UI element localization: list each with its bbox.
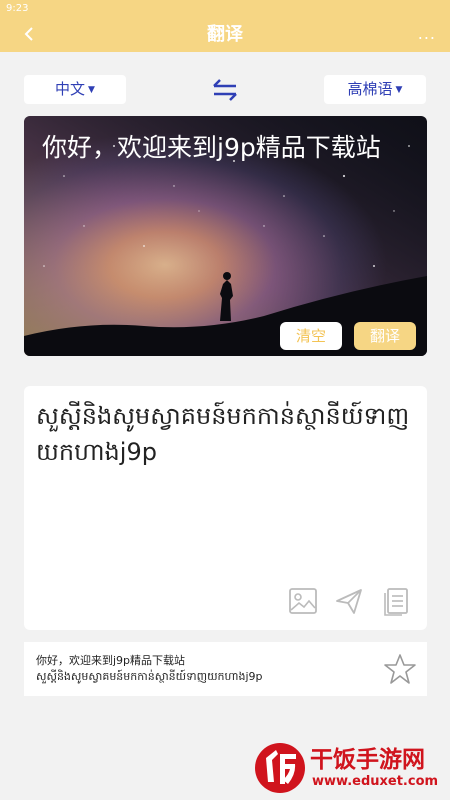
status-bar: 9:23 — [0, 0, 450, 18]
page-title: 翻译 — [207, 24, 243, 45]
watermark-logo — [255, 743, 305, 793]
watermark: 干饭手游网 www.eduxet.com — [252, 738, 442, 796]
copy-icon[interactable] — [381, 586, 411, 616]
watermark-url: www.eduxet.com — [312, 774, 439, 789]
result-panel: សួស្ដីនិងសូមស្វាគមន៍មកកាន់ស្ថានីយ៍ទាញយកហ… — [24, 386, 427, 630]
watermark-name: 干饭手游网 — [310, 747, 425, 773]
translated-text: សួស្ដីនិងសូមស្វាគមន៍មកកាន់ស្ថានីយ៍ទាញយកហ… — [36, 402, 410, 466]
translate-button[interactable]: 翻译 — [354, 322, 416, 350]
history-item[interactable]: 你好，欢迎来到j9p精品下载站 សួស្ដីនិងសូមស្វាគមន៍មកកា… — [24, 642, 427, 696]
target-language-label: 高棉语 — [347, 80, 393, 98]
send-icon[interactable] — [334, 586, 364, 616]
source-language-select[interactable]: 中文 ▼ — [24, 75, 126, 104]
history-source-text: 你好，欢迎来到j9p精品下载站 — [36, 654, 186, 667]
caret-down-icon: ▼ — [88, 85, 95, 95]
app-bar: 翻译 ... — [0, 18, 450, 52]
input-panel[interactable]: 你好，欢迎来到j9p精品下载站 清空 翻译 — [24, 116, 427, 356]
history-translation-text: សួស្ដីនិងសូមស្វាគមន៍មកកាន់ស្ថានីយ៍ទាញយកហ… — [36, 670, 263, 683]
clear-button[interactable]: 清空 — [280, 322, 342, 350]
swap-arrows-icon[interactable] — [211, 77, 239, 103]
star-outline-icon[interactable] — [383, 652, 417, 686]
source-language-label: 中文 — [55, 80, 86, 98]
status-time: 9:23 — [6, 3, 29, 14]
caret-down-icon: ▼ — [395, 85, 403, 95]
more-dots-icon[interactable]: ... — [418, 22, 436, 46]
target-language-select[interactable]: 高棉语 ▼ — [324, 75, 426, 104]
source-text[interactable]: 你好，欢迎来到j9p精品下载站 — [42, 130, 415, 166]
image-icon[interactable] — [288, 586, 318, 616]
